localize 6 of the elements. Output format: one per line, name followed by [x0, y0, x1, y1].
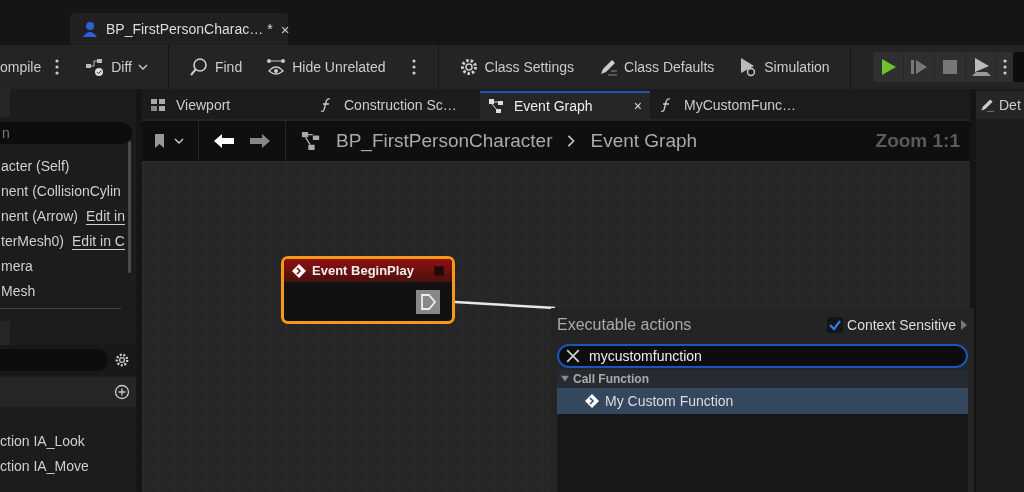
modified-mark: *: [267, 21, 273, 37]
checkbox-label: Context Sensitive: [847, 317, 956, 333]
zoom-label: Zoom 1:1: [875, 130, 960, 152]
node-title: Event BeginPlay: [312, 263, 414, 278]
document-title: BP_FirstPersonCharac…: [106, 21, 264, 37]
menu-title: Executable actions: [557, 316, 692, 334]
